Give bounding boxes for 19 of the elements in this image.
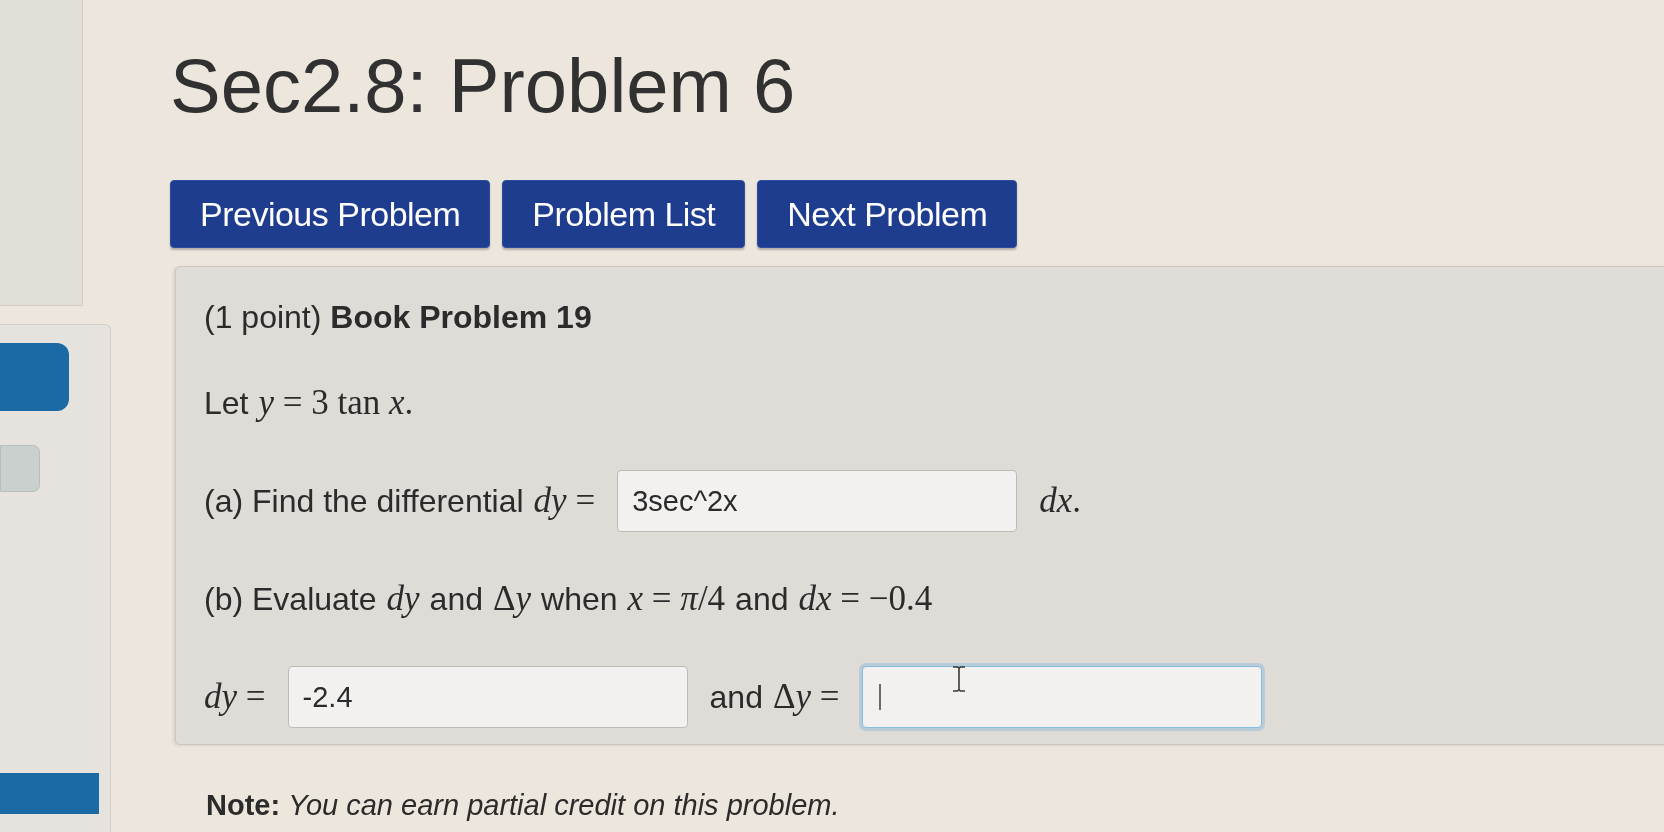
text-cursor-icon	[878, 684, 881, 710]
answer-field[interactable]: 3sec^2x	[617, 470, 1018, 532]
math-expression: dx.	[1039, 481, 1081, 521]
note-text: Note: You can earn partial credit on this problem.	[206, 788, 840, 822]
problem-text: (1 point) Book Problem 19	[204, 298, 592, 337]
problem-text: (b) Evaluate dy and Δy when x = π/4 and dx = −0.4	[204, 579, 933, 619]
question-text: (a) Find the differential dy =	[204, 481, 596, 521]
problem-text: Let y = 3 tan x.	[204, 383, 414, 423]
answer-label: dy =	[204, 677, 266, 717]
problem-list-button[interactable]: Problem List	[502, 180, 746, 248]
answer-field[interactable]: -2.4	[287, 666, 688, 728]
answer-field[interactable]	[861, 666, 1262, 728]
sidebar-tab[interactable]	[0, 445, 40, 492]
previous-problem-button[interactable]: Previous Problem	[170, 180, 491, 248]
page-title: Sec2.8: Problem 6	[170, 48, 796, 124]
next-problem-button[interactable]: Next Problem	[757, 180, 1018, 248]
i-beam-pointer-icon	[952, 666, 966, 692]
sidebar-tab[interactable]	[0, 343, 69, 411]
answer-label: and Δy =	[709, 677, 840, 717]
